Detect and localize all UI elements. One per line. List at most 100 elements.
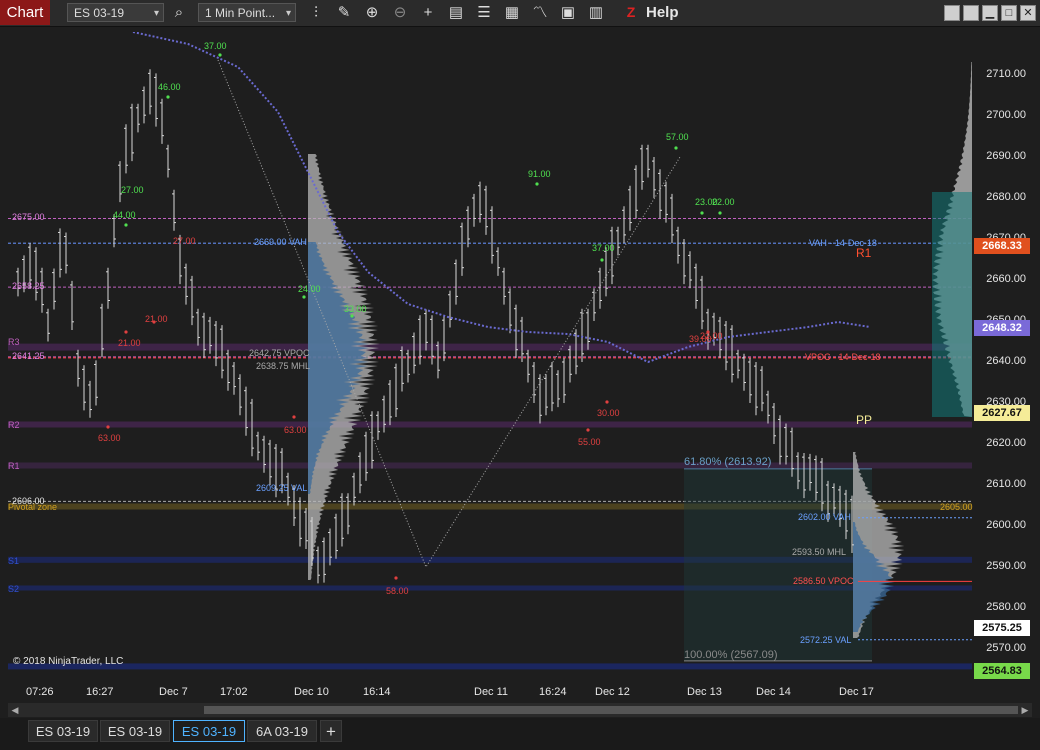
s3-band — [8, 663, 972, 670]
maximize-button[interactable]: □ — [1001, 5, 1017, 21]
volume-profile-label: 2593.50 MHL — [792, 547, 847, 557]
zoom-in-icon[interactable]: ⊕ — [362, 3, 382, 23]
close-button[interactable]: ✕ — [1020, 5, 1036, 21]
indicators-icon[interactable]: ▦ — [502, 3, 522, 23]
time-tick-label: Dec 12 — [595, 686, 630, 698]
swing-high-label: 57.00 — [666, 132, 689, 142]
horizontal-scrollbar[interactable]: ◀ ▶ — [8, 703, 1032, 717]
minimize-icon[interactable] — [963, 5, 979, 21]
swing-high-dot — [218, 53, 222, 57]
search-icon[interactable]: ⌕ — [169, 3, 189, 23]
help-menu[interactable]: Help — [646, 3, 679, 22]
interval-selector[interactable]: 1 Min Point... ▾ — [198, 3, 296, 22]
instrument-value: ES 03-19 — [74, 6, 125, 20]
level-label: VPOC - 14-Dec-18 — [805, 352, 881, 362]
level-label: R1 — [8, 461, 20, 471]
level-label: Pivotal zone — [8, 502, 58, 512]
bar-type-icon[interactable]: ⫶ — [306, 3, 326, 23]
fib-box — [684, 468, 872, 661]
swing-high-label: 22.00 — [712, 197, 735, 207]
swing-high-dot — [166, 95, 170, 99]
swing-high-label: 91.00 — [528, 169, 551, 179]
swing-low-label: 21.00 — [145, 314, 168, 324]
level-label: R3 — [8, 337, 20, 347]
swing-low-dot — [605, 400, 609, 404]
time-tick-label: Dec 13 — [687, 686, 722, 698]
time-tick-label: 17:02 — [220, 686, 248, 698]
tab-es-1[interactable]: ES 03-19 — [28, 720, 98, 742]
add-tab-button[interactable]: + — [320, 720, 342, 742]
crosshair-icon[interactable]: + — [418, 3, 438, 23]
level-label: 2605.00 — [940, 502, 973, 512]
swing-low-dot — [586, 428, 590, 432]
strategies-icon[interactable]: 〽 — [530, 3, 550, 23]
minimize-button[interactable]: ▁ — [982, 5, 998, 21]
scroll-right-icon[interactable]: ▶ — [1020, 705, 1030, 715]
swing-high-dot — [302, 295, 306, 299]
chart-window-label[interactable]: Chart — [0, 0, 50, 25]
price-tick-label: 2710.00 — [986, 68, 1026, 80]
level-label: S2 — [8, 584, 20, 594]
swing-low-label: 58.00 — [386, 586, 409, 596]
swing-high-dot — [674, 146, 678, 150]
scroll-left-icon[interactable]: ◀ — [10, 705, 20, 715]
tab-es-2[interactable]: ES 03-19 — [100, 720, 170, 742]
chart-toolbar: Chart ES 03-19 ▾ ⌕ 1 Min Point... ▾ ⫶ ✎ … — [0, 0, 1040, 27]
price-badge: 2668.33 — [974, 238, 1030, 254]
fib-label: 100.00% (2567.09) — [684, 649, 778, 661]
price-tick-label: 2580.00 — [986, 601, 1026, 613]
price-tick-label: 2700.00 — [986, 109, 1026, 121]
chevron-down-icon: ▾ — [285, 8, 291, 19]
snapshot-icon[interactable]: ▣ — [558, 3, 578, 23]
swing-high-label: 24.00 — [298, 284, 321, 294]
instrument-tabs: ES 03-19 ES 03-19 ES 03-19 6A 03-19 + — [0, 718, 1040, 750]
tab-6a[interactable]: 6A 03-19 — [247, 720, 317, 742]
session-value-area — [932, 192, 972, 417]
help-logo-icon: Z — [626, 4, 636, 20]
price-tick-label: 2680.00 — [986, 191, 1026, 203]
properties-icon[interactable]: ☰ — [474, 3, 494, 23]
r3-band — [8, 343, 972, 351]
fib-label: 61.80% (2613.92) — [684, 456, 772, 468]
price-tick-label: 2570.00 — [986, 642, 1026, 654]
instrument-selector[interactable]: ES 03-19 ▾ — [67, 3, 164, 22]
swing-high-dot — [700, 211, 704, 215]
time-tick-label: Dec 7 — [159, 686, 188, 698]
restore-icon[interactable] — [944, 5, 960, 21]
price-tick-label: 2620.00 — [986, 437, 1026, 449]
chevron-down-icon: ▾ — [153, 8, 159, 19]
swing-low-label: 63.00 — [284, 425, 307, 435]
price-badge: 2575.25 — [974, 620, 1030, 636]
price-tick-label: 2600.00 — [986, 519, 1026, 531]
level-label: 2675.00 — [12, 212, 45, 222]
level-label: 2641.25 — [12, 351, 45, 361]
swing-high-label: 46.00 — [158, 82, 181, 92]
swing-high-label: 44.00 — [113, 210, 136, 220]
swing-low-label: 63.00 — [98, 433, 121, 443]
swing-low-label: 55.00 — [578, 437, 601, 447]
swing-high-label: 27.00 — [121, 185, 144, 195]
scrollbar-thumb[interactable] — [204, 706, 1018, 714]
tab-es-3[interactable]: ES 03-19 — [173, 720, 245, 742]
time-tick-label: 16:24 — [539, 686, 567, 698]
data-box-icon[interactable]: ▤ — [446, 3, 466, 23]
zoom-out-icon[interactable]: ⊖ — [390, 3, 410, 23]
swing-high-label: 37.00 — [204, 41, 227, 51]
price-badge: 2627.67 — [974, 405, 1030, 421]
templates-icon[interactable]: ▥ — [586, 3, 606, 23]
swing-low-label: 22.00 — [700, 331, 723, 341]
price-tick-label: 2660.00 — [986, 273, 1026, 285]
time-tick-label: 16:27 — [86, 686, 114, 698]
pencil-icon[interactable]: ✎ — [334, 3, 354, 23]
swing-high-dot — [350, 314, 354, 318]
copyright-label: © 2018 NinjaTrader, LLC — [13, 656, 124, 667]
swing-high-dot — [535, 182, 539, 186]
swing-high-label: 33.00 — [344, 304, 367, 314]
price-tick-label: 2590.00 — [986, 560, 1026, 572]
swing-high-label: 37.00 — [592, 243, 615, 253]
swing-high-dot — [600, 258, 604, 262]
swing-low-dot — [106, 425, 110, 429]
time-tick-label: Dec 14 — [756, 686, 791, 698]
volume-profile-label: 2586.50 VPOC — [793, 576, 854, 586]
swing-low-dot — [394, 576, 398, 580]
